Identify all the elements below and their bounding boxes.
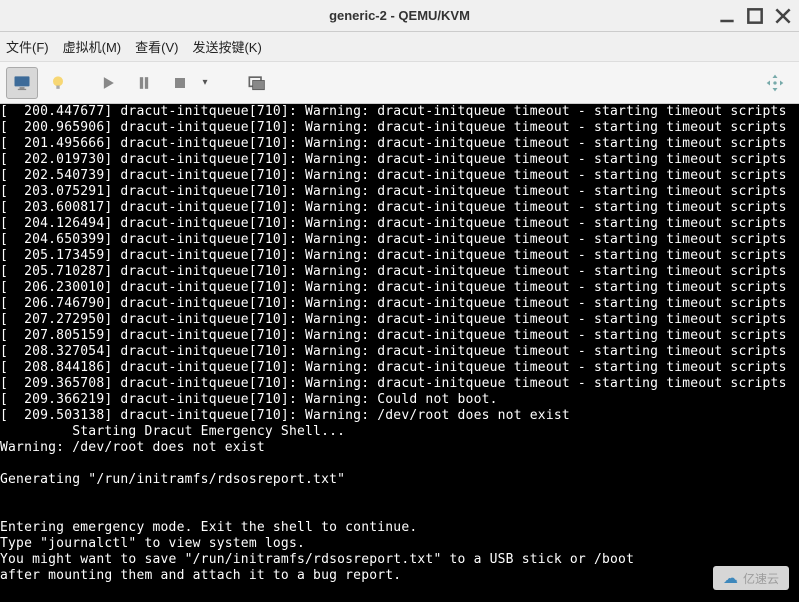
console-line: Warning: /dev/root does not exist (0, 440, 799, 456)
vm-console[interactable]: [ 200.447677] dracut-initqueue[710]: War… (0, 104, 799, 602)
monitor-icon (12, 73, 32, 93)
console-view-button[interactable] (6, 67, 38, 99)
console-line: [ 205.173459] dracut-initqueue[710]: War… (0, 248, 799, 264)
separator (214, 67, 222, 99)
window-controls (717, 6, 793, 26)
snapshot-button[interactable] (240, 67, 272, 99)
console-line: [ 202.019730] dracut-initqueue[710]: War… (0, 152, 799, 168)
console-line: [ 206.746790] dracut-initqueue[710]: War… (0, 296, 799, 312)
play-icon (98, 73, 118, 93)
move-icon (765, 73, 785, 93)
bulb-icon (48, 73, 68, 93)
console-line: [ 203.600817] dracut-initqueue[710]: War… (0, 200, 799, 216)
info-view-button[interactable] (42, 67, 74, 99)
menu-sendkey[interactable]: 发送按键(K) (192, 37, 261, 56)
console-line: [ 208.327054] dracut-initqueue[710]: War… (0, 344, 799, 360)
pause-button[interactable] (128, 67, 160, 99)
pause-icon (134, 73, 154, 93)
console-line: [ 209.503138] dracut-initqueue[710]: War… (0, 408, 799, 424)
console-line: [ 200.447677] dracut-initqueue[710]: War… (0, 104, 799, 120)
console-line: Generating "/run/initramfs/rdsosreport.t… (0, 472, 799, 488)
console-line: [ 204.650399] dracut-initqueue[710]: War… (0, 232, 799, 248)
minimize-button[interactable] (717, 6, 737, 26)
console-line: [ 208.844186] dracut-initqueue[710]: War… (0, 360, 799, 376)
maximize-button[interactable] (745, 6, 765, 26)
menu-file[interactable]: 文件(F) (6, 37, 49, 56)
console-line: [ 204.126494] dracut-initqueue[710]: War… (0, 216, 799, 232)
console-line: Entering emergency mode. Exit the shell … (0, 520, 799, 536)
send-key-button[interactable] (759, 67, 791, 99)
console-line: [ 201.495666] dracut-initqueue[710]: War… (0, 136, 799, 152)
console-line: [ 202.540739] dracut-initqueue[710]: War… (0, 168, 799, 184)
cloud-icon: ☁ (723, 569, 738, 587)
console-line: [ 206.230010] dracut-initqueue[710]: War… (0, 280, 799, 296)
console-line (0, 584, 799, 600)
console-line (0, 456, 799, 472)
toolbar: ▾ (0, 62, 799, 104)
console-line: [ 207.272950] dracut-initqueue[710]: War… (0, 312, 799, 328)
console-line: [ 205.710287] dracut-initqueue[710]: War… (0, 264, 799, 280)
console-line: [ 200.965906] dracut-initqueue[710]: War… (0, 120, 799, 136)
window-titlebar: generic-2 - QEMU/KVM (0, 0, 799, 32)
menubar: 文件(F) 虚拟机(M) 查看(V) 发送按键(K) (0, 32, 799, 62)
fullscreen-icon (246, 73, 266, 93)
console-line: after mounting them and attach it to a b… (0, 568, 799, 584)
menu-vm[interactable]: 虚拟机(M) (63, 37, 122, 56)
watermark: ☁ 亿速云 (713, 566, 789, 590)
console-line: You might want to save "/run/initramfs/r… (0, 552, 799, 568)
console-line: Type "journalctl" to view system logs. (0, 536, 799, 552)
window-title: generic-2 - QEMU/KVM (329, 8, 470, 23)
console-line (0, 488, 799, 504)
play-button[interactable] (92, 67, 124, 99)
stop-dropdown[interactable]: ▾ (200, 67, 210, 99)
console-line (0, 504, 799, 520)
console-line: [ 209.366219] dracut-initqueue[710]: War… (0, 392, 799, 408)
watermark-text: 亿速云 (743, 570, 779, 587)
console-line: Starting Dracut Emergency Shell... (0, 424, 799, 440)
console-line: [ 209.365708] dracut-initqueue[710]: War… (0, 376, 799, 392)
stop-button[interactable] (164, 67, 196, 99)
stop-icon (170, 73, 190, 93)
close-button[interactable] (773, 6, 793, 26)
console-line: [ 207.805159] dracut-initqueue[710]: War… (0, 328, 799, 344)
menu-view[interactable]: 查看(V) (135, 37, 178, 56)
console-line: [ 203.075291] dracut-initqueue[710]: War… (0, 184, 799, 200)
